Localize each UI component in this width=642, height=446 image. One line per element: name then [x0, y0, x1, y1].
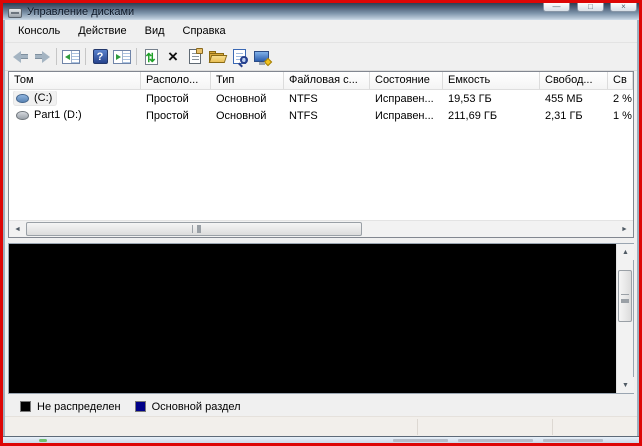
menu-item-action[interactable]: Действие — [69, 22, 135, 40]
taskbar-button-sliver — [543, 439, 603, 442]
show-action-pane-icon — [113, 49, 131, 64]
screenshot-annotation-border: Управление дисками — □ × Консоль Действи… — [0, 0, 642, 446]
volume-capacity: 19,53 ГБ — [448, 92, 492, 105]
drive-icon — [16, 110, 29, 120]
legend-label-unallocated: Не распределен — [37, 400, 121, 413]
horizontal-scrollbar-thumb[interactable] — [26, 222, 362, 236]
toolbar-separator — [85, 48, 86, 65]
taskbar-button-sliver — [393, 439, 448, 442]
scroll-down-button[interactable]: ▼ — [617, 377, 634, 393]
volume-list-header: Том Располо... Тип Файловая с... Состоян… — [9, 72, 633, 90]
toolbar-separator — [136, 48, 137, 65]
column-header-free[interactable]: Свобод... — [540, 72, 608, 89]
back-icon — [12, 50, 28, 63]
minimize-button[interactable]: — — [543, 3, 570, 12]
computer-management-icon — [253, 51, 272, 67]
window-title: Управление дисками — [27, 6, 135, 18]
volume-status: Исправен... — [375, 92, 434, 105]
show-action-pane-button[interactable] — [111, 46, 133, 68]
vertical-scrollbar[interactable]: ▲ ▼ — [616, 244, 634, 393]
volume-free: 455 МБ — [545, 92, 583, 105]
show-console-tree-icon — [62, 49, 80, 64]
taskbar-indicator — [39, 439, 47, 442]
menu-item-help[interactable]: Справка — [174, 22, 235, 40]
volume-free-pct: 2 % — [613, 92, 632, 105]
menu-item-console[interactable]: Консоль — [9, 22, 69, 40]
volume-type: Основной — [216, 92, 267, 105]
delete-button[interactable]: × — [162, 46, 184, 68]
show-console-tree-button[interactable] — [60, 46, 82, 68]
volume-name: (C:) — [34, 92, 53, 105]
drive-icon — [16, 93, 29, 103]
column-header-layout[interactable]: Располо... — [141, 72, 211, 89]
volume-free: 2,31 ГБ — [545, 109, 583, 122]
column-header-status[interactable]: Состояние — [370, 72, 443, 89]
volume-layout: Простой — [146, 109, 189, 122]
close-button[interactable]: × — [610, 3, 637, 12]
scroll-right-button[interactable]: ► — [616, 221, 633, 237]
computer-management-button[interactable] — [250, 46, 272, 68]
legend-swatch-primary-partition — [134, 401, 146, 412]
window-frame-edge — [3, 20, 5, 436]
volume-name: Part1 (D:) — [34, 109, 82, 122]
forward-button[interactable] — [31, 46, 53, 68]
scroll-up-button[interactable]: ▲ — [617, 244, 634, 260]
taskbar-button-sliver — [458, 439, 533, 442]
legend-swatch-unallocated — [20, 401, 31, 412]
disk-management-window: Управление дисками — □ × Консоль Действи… — [3, 3, 639, 443]
volume-layout: Простой — [146, 92, 189, 105]
view-icon — [232, 49, 248, 64]
view-button[interactable] — [228, 46, 250, 68]
legend-label-primary-partition: Основной раздел — [151, 400, 241, 413]
table-row[interactable]: Part1 (D:) Простой Основной NTFS Исправе… — [9, 107, 633, 124]
toolbar: ? ⇅ × — [3, 43, 639, 71]
open-button[interactable] — [206, 46, 228, 68]
volume-free-pct: 1 % — [613, 109, 632, 122]
status-bar — [3, 416, 639, 436]
refresh-button[interactable]: ⇅ — [140, 46, 162, 68]
window-frame-edge — [637, 20, 639, 436]
back-button[interactable] — [9, 46, 31, 68]
volume-filesystem: NTFS — [289, 109, 318, 122]
disk-graph-panel: ▲ ▼ — [8, 243, 634, 394]
titlebar[interactable]: Управление дисками — □ × — [3, 3, 639, 20]
vertical-scrollbar-thumb[interactable] — [618, 270, 632, 322]
volume-type: Основной — [216, 109, 267, 122]
volume-filesystem: NTFS — [289, 92, 318, 105]
toolbar-separator — [56, 48, 57, 65]
disk-management-app-icon — [8, 7, 22, 18]
disk-graph-unallocated-region[interactable] — [9, 244, 616, 393]
statusbar-separator — [552, 419, 553, 435]
volume-status: Исправен... — [375, 109, 434, 122]
volume-capacity: 211,69 ГБ — [448, 109, 498, 122]
properties-icon — [189, 48, 203, 64]
menu-bar: Консоль Действие Вид Справка — [3, 20, 639, 43]
table-row[interactable]: (C:) Простой Основной NTFS Исправен... 1… — [9, 90, 633, 107]
refresh-icon: ⇅ — [144, 48, 158, 65]
menu-item-view[interactable]: Вид — [136, 22, 174, 40]
forward-icon — [34, 50, 50, 63]
column-header-volume[interactable]: Том — [9, 72, 141, 89]
column-header-capacity[interactable]: Емкость — [443, 72, 540, 89]
horizontal-scrollbar[interactable]: ◄ ► — [9, 220, 633, 237]
legend-bar: Не распределен Основной раздел — [8, 397, 634, 416]
open-folder-icon — [208, 50, 227, 63]
help-button[interactable]: ? — [89, 46, 111, 68]
taskbar-sliver — [3, 436, 639, 443]
delete-icon: × — [168, 47, 178, 66]
column-header-filesystem[interactable]: Файловая с... — [284, 72, 370, 89]
scroll-left-button[interactable]: ◄ — [9, 221, 26, 237]
maximize-button[interactable]: □ — [577, 3, 604, 12]
volume-list-panel: Том Располо... Тип Файловая с... Состоян… — [8, 71, 634, 238]
column-header-free-pct[interactable]: Св — [608, 72, 633, 89]
statusbar-separator — [417, 419, 418, 435]
help-icon: ? — [92, 49, 108, 64]
properties-button[interactable] — [184, 46, 206, 68]
column-header-type[interactable]: Тип — [211, 72, 284, 89]
